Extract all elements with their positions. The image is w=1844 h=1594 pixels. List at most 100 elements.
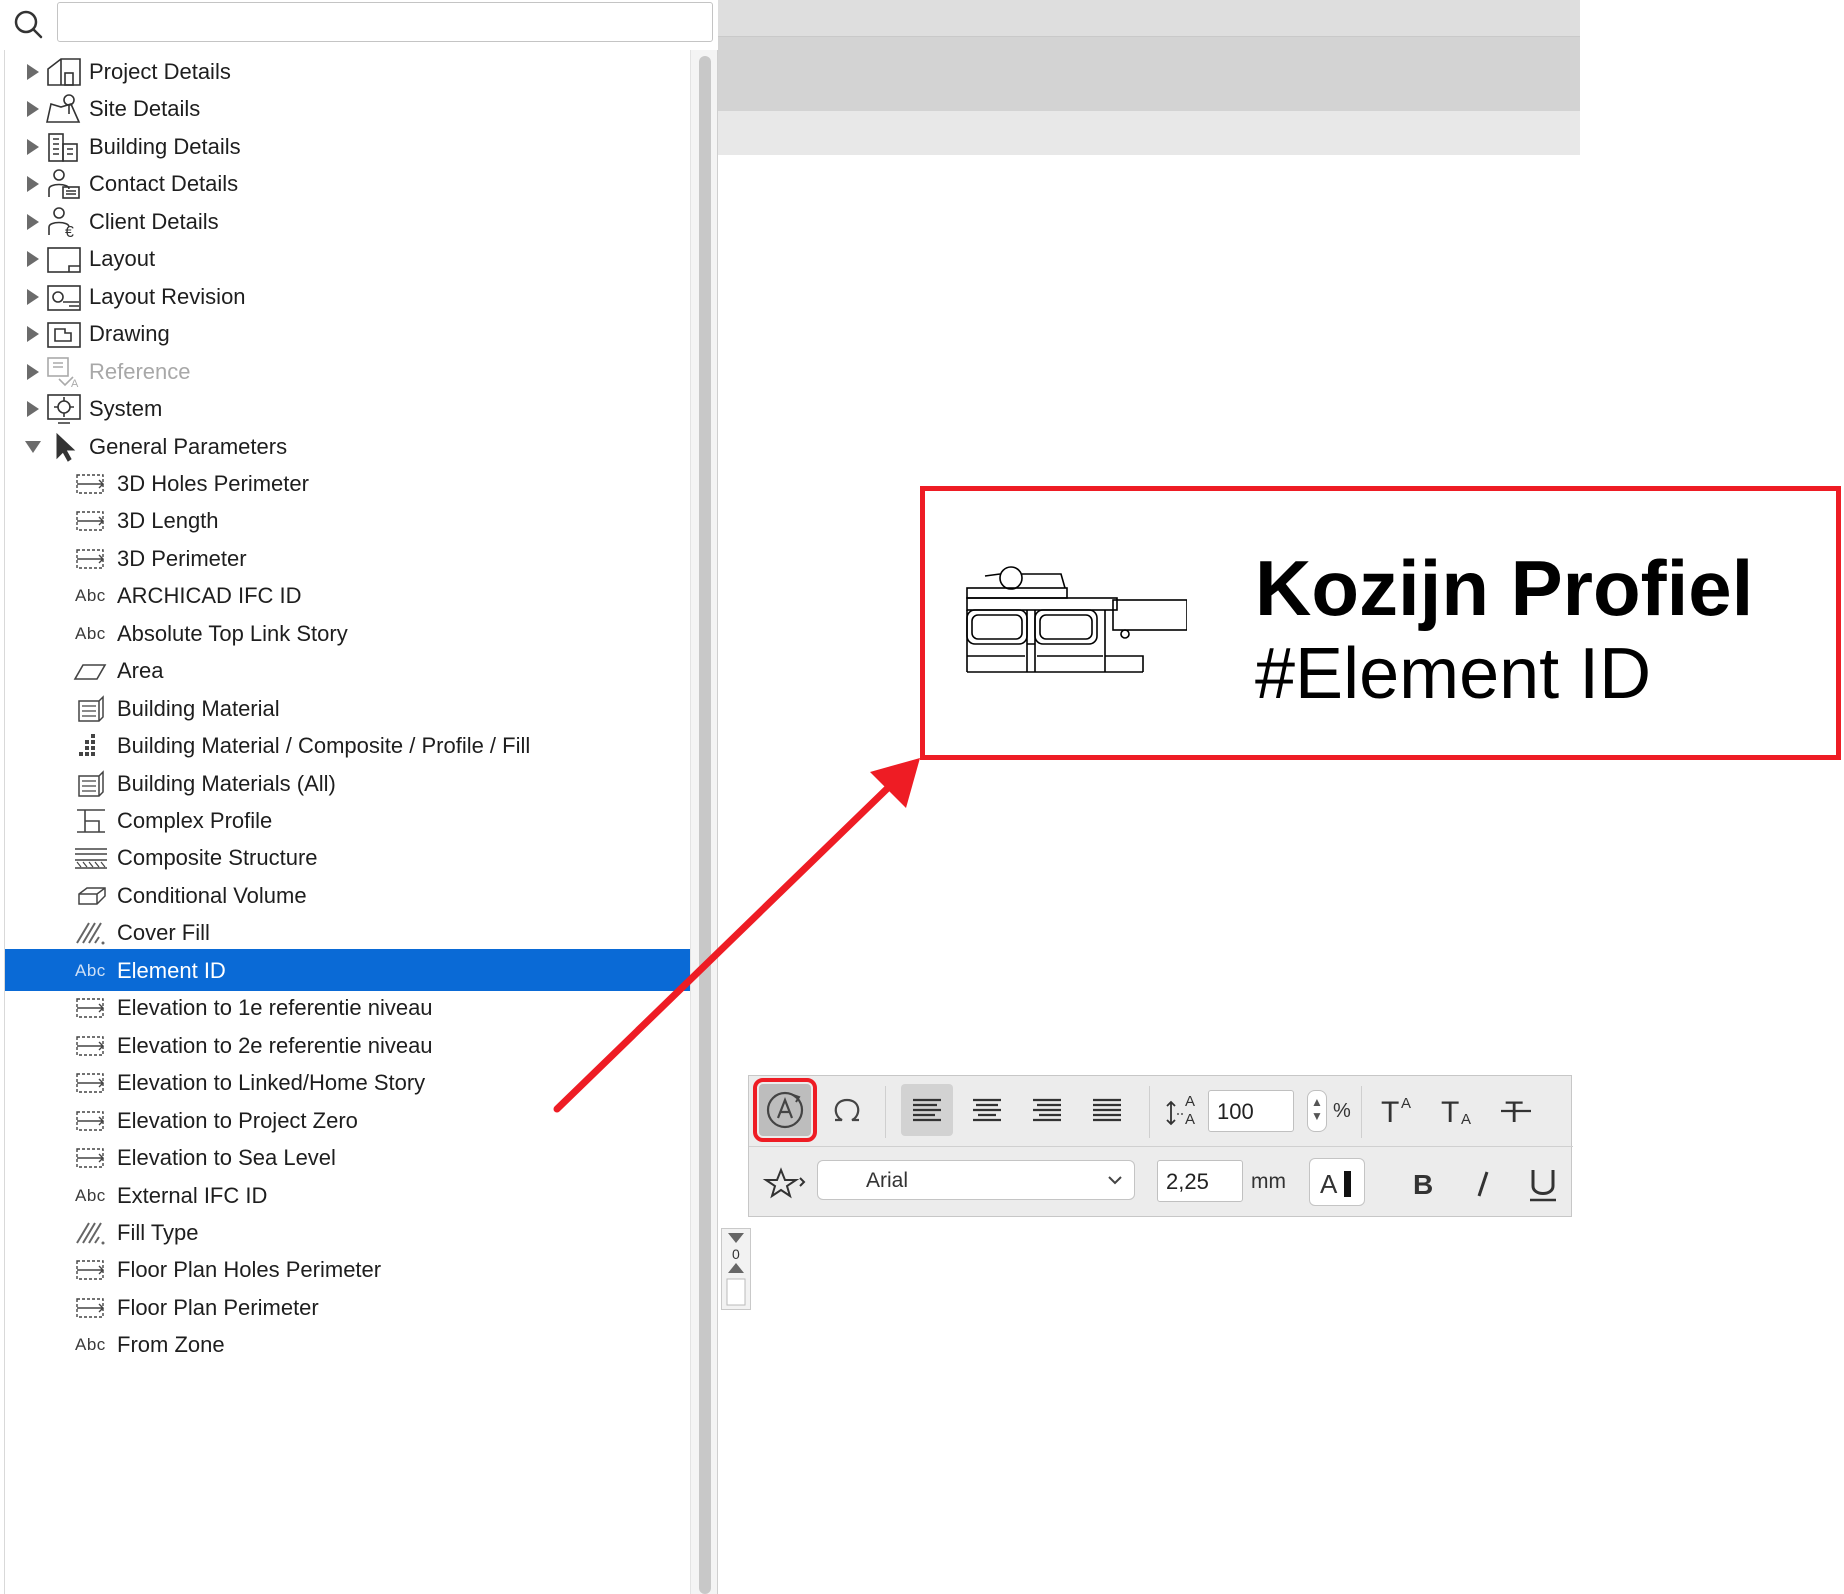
window-frame-profile-drawing <box>965 566 1187 681</box>
parameter-item-elevation-to-sea-level[interactable]: Elevation to Sea Level <box>5 1136 691 1178</box>
tree-item-client-details[interactable]: € Client Details <box>5 200 691 242</box>
svg-text:A: A <box>1401 1095 1411 1112</box>
parameter-item-absolute-top-link-story[interactable]: Abc Absolute Top Link Story <box>5 612 691 654</box>
parameter-item-label: Building Material <box>117 695 280 721</box>
align-center-icon <box>973 1098 1001 1122</box>
italic-icon <box>1477 1171 1489 1197</box>
dimension-icon <box>73 1107 109 1135</box>
tree-item-reference[interactable]: A Reference <box>5 350 691 392</box>
parameter-item-label: External IFC ID <box>117 1182 268 1208</box>
parameter-item-building-material[interactable]: Building Material <box>5 687 691 729</box>
tree-item-layout-revision[interactable]: Layout Revision <box>5 275 691 317</box>
text-format-toolbar: A A 100 ▲ ▼ % T A T A T Arial 2,25 mm A … <box>748 1075 1573 1217</box>
reference-icon: A <box>45 355 83 389</box>
disclosure-triangle-open-icon[interactable] <box>23 437 43 457</box>
search-icon[interactable] <box>8 4 50 46</box>
parameter-item-label: Elevation to 2e referentie niveau <box>117 1032 433 1058</box>
tree-scrollbar-thumb[interactable] <box>699 56 711 1594</box>
parameter-item-area[interactable]: Area <box>5 649 691 691</box>
bold-button[interactable]: B <box>1397 1158 1449 1210</box>
justify-button[interactable] <box>1081 1084 1133 1136</box>
disclosure-triangle-closed-icon[interactable] <box>23 212 43 232</box>
font-size-input[interactable]: 2,25 <box>1157 1160 1243 1202</box>
parameter-item-label: 3D Length <box>117 508 219 534</box>
tree-item-layout[interactable]: Layout <box>5 237 691 279</box>
width-factor-stepper[interactable]: ▲ ▼ <box>1307 1090 1327 1132</box>
parameter-item-floor-plan-holes-perimeter[interactable]: Floor Plan Holes Perimeter <box>5 1248 691 1290</box>
parameter-item-element-id[interactable]: Abc Element ID <box>5 948 691 991</box>
align-right-button[interactable] <box>1021 1084 1073 1136</box>
disclosure-triangle-closed-icon[interactable] <box>23 99 43 119</box>
parameter-browser-panel: Project Details Site Details Building Deta… <box>0 0 718 1594</box>
disclosure-triangle-closed-icon[interactable] <box>23 324 43 344</box>
superscript-button[interactable]: T A <box>1371 1084 1423 1136</box>
disclosure-triangle-closed-icon[interactable] <box>23 174 43 194</box>
disclosure-triangle-closed-icon[interactable] <box>23 287 43 307</box>
favorites-button[interactable] <box>759 1156 811 1208</box>
tree-scrollbar[interactable] <box>690 50 718 1594</box>
align-left-button[interactable] <box>901 1084 953 1136</box>
building-material-icon <box>73 769 109 798</box>
triangle-stepper-icon: 0 <box>726 1233 746 1306</box>
parameter-item-3d-length[interactable]: 3D Length <box>5 499 691 541</box>
parameter-item-3d-perimeter[interactable]: 3D Perimeter <box>5 537 691 579</box>
tree-item-label: Contact Details <box>89 171 239 197</box>
parameter-item-elevation-to-linked-home-story[interactable]: Elevation to Linked/Home Story <box>5 1061 691 1103</box>
tree-item-project-details[interactable]: Project Details <box>5 50 691 92</box>
autotext-button[interactable] <box>753 1078 817 1142</box>
font-family-select[interactable]: Arial <box>817 1160 1135 1200</box>
underline-button[interactable] <box>1517 1158 1569 1210</box>
width-factor-input[interactable]: 100 <box>1208 1090 1294 1132</box>
parameter-item-label: Floor Plan Holes Perimeter <box>117 1257 382 1283</box>
parameter-item-archicad-ifc-id[interactable]: Abc ARCHICAD IFC ID <box>5 574 691 616</box>
tree-item-building-details[interactable]: Building Details <box>5 125 691 167</box>
parameter-item-external-ifc-id[interactable]: Abc External IFC ID <box>5 1174 691 1216</box>
parameter-item-label: From Zone <box>117 1332 225 1358</box>
subscript-button[interactable]: T A <box>1431 1084 1483 1136</box>
parameter-item-complex-profile[interactable]: Complex Profile <box>5 799 691 841</box>
parameter-item-elevation-to-2e-referentie-niveau[interactable]: Elevation to 2e referentie niveau <box>5 1024 691 1066</box>
text-width-factor-icon: A A <box>1157 1084 1205 1136</box>
parameter-item-floor-plan-perimeter[interactable]: Floor Plan Perimeter <box>5 1286 691 1328</box>
label-subtitle: #Element ID <box>1255 634 1652 714</box>
superscript-icon: T A <box>1381 1095 1411 1129</box>
tree-item-contact-details[interactable]: Contact Details <box>5 162 691 204</box>
material-dots-icon <box>73 732 109 760</box>
toolbar-separator <box>1149 1086 1150 1138</box>
search-input[interactable] <box>57 2 713 42</box>
disclosure-triangle-closed-icon[interactable] <box>23 137 43 157</box>
disclosure-triangle-closed-icon[interactable] <box>23 249 43 269</box>
disclosure-triangle-closed-icon[interactable] <box>23 362 43 382</box>
svg-text:A: A <box>1320 1169 1338 1199</box>
align-center-button[interactable] <box>961 1084 1013 1136</box>
parameter-item-composite-structure[interactable]: Composite Structure <box>5 836 691 878</box>
parameter-item-elevation-to-1e-referentie-niveau[interactable]: Elevation to 1e referentie niveau <box>5 986 691 1028</box>
text-pen-color-button[interactable]: A <box>1309 1158 1365 1206</box>
parameter-item-cover-fill[interactable]: Cover Fill <box>5 911 691 953</box>
parameter-item-building-materials-all[interactable]: Building Materials (All) <box>5 762 691 804</box>
strikethrough-button[interactable]: T <box>1491 1084 1543 1136</box>
disclosure-triangle-closed-icon[interactable] <box>23 399 43 419</box>
tree-item-general-parameters[interactable]: General Parameters <box>5 425 691 467</box>
parameter-item-elevation-to-project-zero[interactable]: Elevation to Project Zero <box>5 1099 691 1141</box>
italic-button[interactable] <box>1457 1158 1509 1210</box>
svg-text:A: A <box>1185 1111 1195 1128</box>
parameter-item-from-zone[interactable]: Abc From Zone <box>5 1323 691 1365</box>
tree-item-site-details[interactable]: Site Details <box>5 87 691 129</box>
abc-text-icon: Abc <box>75 960 106 980</box>
tree-item-drawing[interactable]: Drawing <box>5 312 691 354</box>
layer-mini-control[interactable]: 0 <box>721 1228 751 1310</box>
parameter-item-building-material-composite-profile-fill[interactable]: Building Material / Composite / Profile … <box>5 724 691 766</box>
parameter-item-fill-type[interactable]: Fill Type <box>5 1211 691 1253</box>
client-details-icon: € <box>45 205 83 239</box>
parameter-item-3d-holes-perimeter[interactable]: 3D Holes Perimeter <box>5 462 691 504</box>
parameter-item-conditional-volume[interactable]: Conditional Volume <box>5 874 691 916</box>
parameter-item-label: Absolute Top Link Story <box>117 620 348 646</box>
parameter-item-label: Elevation to 1e referentie niveau <box>117 995 433 1021</box>
window-sub-bar <box>718 111 1580 155</box>
tree-item-system[interactable]: System <box>5 387 691 429</box>
layout-icon <box>45 242 83 276</box>
parameter-item-label: Cover Fill <box>117 920 210 946</box>
disclosure-triangle-closed-icon[interactable] <box>23 62 43 82</box>
special-character-button[interactable] <box>821 1084 873 1136</box>
